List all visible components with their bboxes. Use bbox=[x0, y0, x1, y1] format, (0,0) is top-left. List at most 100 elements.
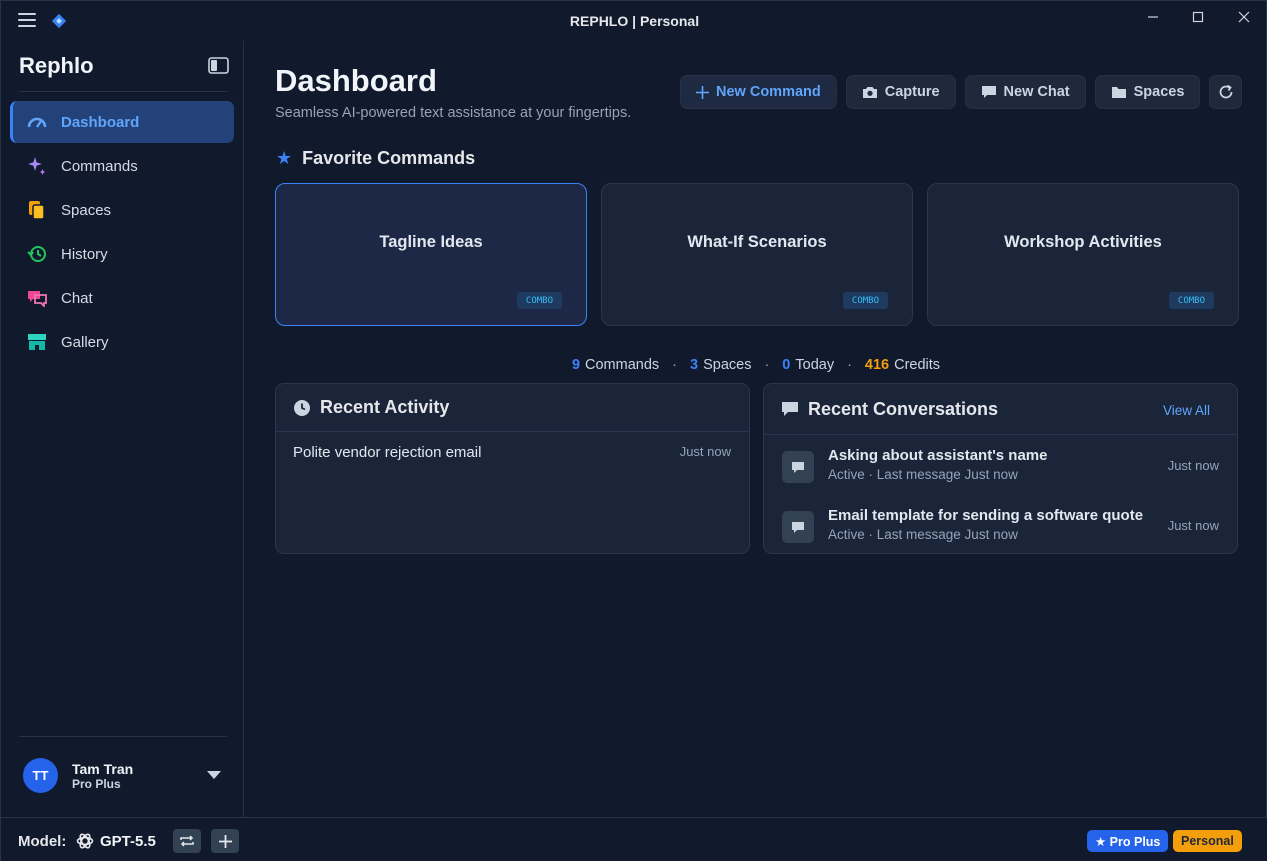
card-title: Workshop Activities bbox=[1004, 233, 1162, 251]
user-menu[interactable]: TT Tam Tran Pro Plus bbox=[23, 758, 228, 794]
favorite-card-workshop-activities[interactable]: Workshop Activities COMBO bbox=[927, 183, 1239, 326]
sidebar-item-label: Commands bbox=[61, 157, 138, 175]
stat-commands: 9 Commands bbox=[572, 357, 659, 373]
status-bar: Model: GPT-5.5 ★ Pro Plus Personal bbox=[1, 817, 1267, 861]
stat-value: 9 bbox=[571, 357, 581, 373]
sidebar-item-label: Chat bbox=[61, 289, 93, 307]
close-button[interactable] bbox=[1221, 1, 1267, 33]
activity-time: Just now bbox=[679, 444, 731, 459]
new-chat-label: New Chat bbox=[1003, 84, 1070, 100]
conversation-title: Email template for sending a software qu… bbox=[828, 507, 1144, 524]
stat-label: Commands bbox=[585, 357, 660, 373]
stat-value: 0 bbox=[782, 357, 791, 373]
conversation-status: Active · Last message Just now bbox=[828, 527, 1018, 542]
plus-icon bbox=[696, 85, 709, 99]
avatar: TT bbox=[23, 758, 58, 793]
sidebar-collapse-icon[interactable] bbox=[208, 57, 229, 74]
maximize-button[interactable] bbox=[1175, 1, 1221, 33]
clock-icon bbox=[293, 399, 311, 417]
stat-today: 0 Today bbox=[782, 357, 834, 373]
sidebar-nav: Dashboard Commands Spaces History Chat G… bbox=[10, 101, 234, 365]
user-plan: Pro Plus bbox=[72, 777, 121, 791]
recent-conversations-panel: Recent Conversations View All Asking abo… bbox=[763, 383, 1238, 554]
favorite-card-tagline-ideas[interactable]: Tagline Ideas COMBO bbox=[275, 183, 587, 326]
page-title: Dashboard bbox=[275, 63, 437, 98]
swap-icon bbox=[180, 835, 194, 847]
model-name[interactable]: GPT-5.5 bbox=[100, 833, 156, 850]
view-all-link[interactable]: View All bbox=[1163, 403, 1210, 418]
user-name: Tam Tran bbox=[72, 761, 134, 777]
profile-badge[interactable]: Personal bbox=[1173, 830, 1242, 852]
files-icon bbox=[27, 200, 47, 220]
sidebar-item-label: Gallery bbox=[61, 333, 109, 351]
combo-badge: COMBO bbox=[516, 292, 562, 309]
page-subtitle: Seamless AI-powered text assistance at y… bbox=[275, 105, 632, 121]
activity-title: Polite vendor rejection email bbox=[293, 444, 482, 461]
stat-credits: 416 Credits bbox=[865, 357, 940, 373]
stat-separator: · bbox=[672, 357, 677, 373]
toolbar: New Command Capture New Chat Spaces bbox=[680, 75, 1243, 109]
recent-activity-panel: Recent Activity Polite vendor rejection … bbox=[275, 383, 750, 554]
switch-model-button[interactable] bbox=[173, 829, 201, 853]
sidebar-item-spaces[interactable]: Spaces bbox=[10, 189, 234, 231]
stat-value: 3 bbox=[690, 357, 699, 373]
history-icon bbox=[27, 244, 47, 264]
panel-title: Recent Activity bbox=[320, 397, 450, 417]
sidebar-item-label: Dashboard bbox=[61, 113, 140, 131]
app-window: REPHLO | Personal Rephlo Dashboard Comma… bbox=[0, 0, 1267, 861]
panel-header: Recent Conversations View All bbox=[764, 384, 1237, 435]
capture-button[interactable]: Capture bbox=[845, 75, 956, 109]
conversation-time: Just now bbox=[1167, 518, 1219, 533]
capture-label: Capture bbox=[884, 84, 940, 100]
sidebar-item-commands[interactable]: Commands bbox=[10, 145, 234, 187]
conversation-title: Asking about assistant's name bbox=[828, 447, 1048, 464]
star-icon: ★ bbox=[276, 148, 293, 168]
favorite-card-what-if-scenarios[interactable]: What-If Scenarios COMBO bbox=[601, 183, 913, 326]
favorite-commands: Tagline Ideas COMBO What-If Scenarios CO… bbox=[275, 183, 1239, 326]
minimize-button[interactable] bbox=[1130, 1, 1176, 33]
chat-bubble-icon bbox=[782, 451, 814, 483]
chevron-down-icon[interactable] bbox=[207, 771, 221, 779]
stat-label: Spaces bbox=[703, 357, 752, 373]
activity-item[interactable]: Polite vendor rejection email Just now bbox=[293, 444, 731, 461]
conversation-item[interactable]: Email template for sending a software qu… bbox=[782, 507, 1219, 547]
title-bar: REPHLO | Personal bbox=[1, 1, 1267, 41]
divider bbox=[19, 736, 227, 737]
window-title: REPHLO | Personal bbox=[569, 13, 700, 29]
card-title: Tagline Ideas bbox=[379, 233, 483, 251]
spaces-button[interactable]: Spaces bbox=[1094, 75, 1201, 109]
camera-icon bbox=[862, 86, 878, 99]
refresh-icon bbox=[1219, 84, 1233, 99]
divider bbox=[19, 91, 227, 92]
plus-icon bbox=[218, 834, 232, 848]
chat-bubble-icon bbox=[781, 401, 799, 418]
openai-icon bbox=[76, 833, 94, 849]
stat-label: Today bbox=[795, 357, 835, 373]
stat-separator: · bbox=[847, 357, 852, 373]
conversation-item[interactable]: Asking about assistant's name Active · L… bbox=[782, 447, 1219, 487]
store-icon bbox=[27, 332, 47, 352]
gauge-icon bbox=[27, 112, 47, 132]
plan-badge: ★ Pro Plus bbox=[1087, 830, 1169, 852]
new-chat-button[interactable]: New Chat bbox=[964, 75, 1086, 109]
sidebar-item-history[interactable]: History bbox=[10, 233, 234, 275]
stat-value: 416 bbox=[864, 357, 890, 373]
panel-header: Recent Activity bbox=[276, 384, 749, 432]
stat-separator: · bbox=[764, 357, 770, 373]
new-command-button[interactable]: New Command bbox=[680, 75, 837, 109]
spaces-label: Spaces bbox=[1133, 84, 1185, 100]
refresh-button[interactable] bbox=[1209, 75, 1243, 109]
conversation-time: Just now bbox=[1167, 458, 1219, 473]
new-command-label: New Command bbox=[716, 84, 821, 100]
model-label: Model: bbox=[18, 833, 67, 850]
folder-icon bbox=[1111, 86, 1127, 99]
card-title: What-If Scenarios bbox=[687, 233, 827, 251]
sparkles-icon bbox=[27, 156, 47, 176]
favorites-heading: ★ Favorite Commands bbox=[276, 148, 475, 169]
sidebar-item-chat[interactable]: Chat bbox=[10, 277, 234, 319]
sidebar-item-dashboard[interactable]: Dashboard bbox=[10, 101, 234, 143]
stat-label: Credits bbox=[894, 357, 941, 373]
add-button[interactable] bbox=[211, 829, 239, 853]
chat-bubble-icon bbox=[981, 85, 997, 100]
stats-bar: 9 Commands · 3 Spaces · 0 Today · 416 Cr… bbox=[1, 357, 1267, 373]
